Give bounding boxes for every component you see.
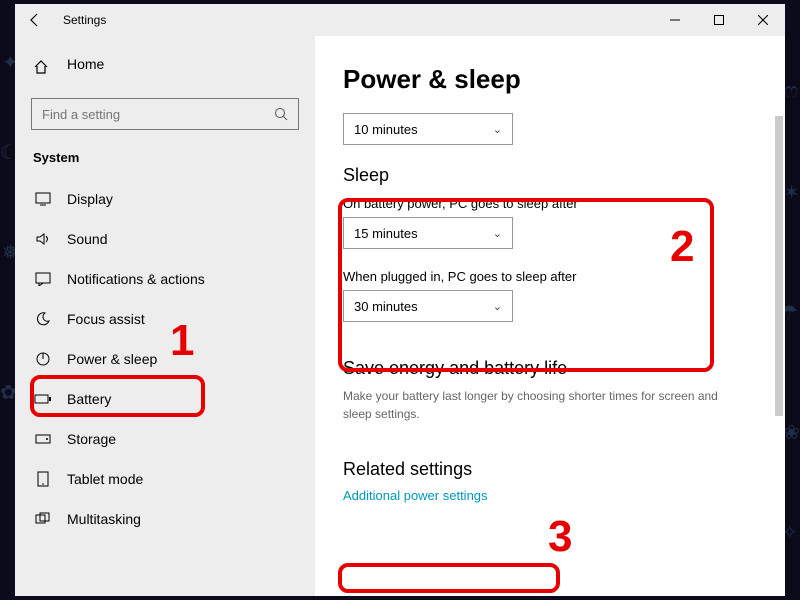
chevron-down-icon: ⌄ (493, 227, 502, 240)
titlebar: Settings (15, 4, 785, 36)
window-title: Settings (63, 13, 106, 27)
multitasking-icon (33, 512, 53, 526)
tablet-icon (33, 471, 53, 487)
additional-power-settings-link[interactable]: Additional power settings (343, 488, 488, 503)
chevron-down-icon: ⌄ (493, 300, 502, 313)
focus-assist-icon (33, 311, 53, 327)
nav-label: Notifications & actions (67, 271, 205, 287)
related-settings-heading: Related settings (343, 459, 765, 480)
dropdown-value: 10 minutes (354, 122, 418, 137)
plugged-sleep-label: When plugged in, PC goes to sleep after (343, 269, 765, 284)
sidebar-item-power-sleep[interactable]: Power & sleep (15, 339, 315, 379)
sidebar: Home System Display Sound Notifications … (15, 36, 315, 596)
content-area: Power & sleep 10 minutes ⌄ Sleep On batt… (315, 36, 785, 596)
nav-label: Multitasking (67, 511, 141, 527)
notifications-icon (33, 272, 53, 286)
save-energy-desc: Make your battery last longer by choosin… (343, 387, 743, 423)
power-icon (33, 351, 53, 367)
display-icon (33, 192, 53, 206)
sidebar-item-multitasking[interactable]: Multitasking (15, 499, 315, 539)
search-icon (274, 107, 288, 121)
back-button[interactable] (15, 4, 55, 36)
dropdown-value: 15 minutes (354, 226, 418, 241)
maximize-button[interactable] (697, 4, 741, 36)
home-label: Home (67, 56, 104, 72)
chevron-down-icon: ⌄ (493, 123, 502, 136)
sidebar-item-tablet-mode[interactable]: Tablet mode (15, 459, 315, 499)
nav-label: Storage (67, 431, 116, 447)
settings-window: Settings Home System Display Sou (15, 4, 785, 596)
search-input-container[interactable] (31, 98, 299, 130)
sleep-heading: Sleep (343, 165, 765, 186)
screen-timeout-dropdown[interactable]: 10 minutes ⌄ (343, 113, 513, 145)
battery-sleep-dropdown[interactable]: 15 minutes ⌄ (343, 217, 513, 249)
sidebar-item-display[interactable]: Display (15, 179, 315, 219)
battery-icon (33, 393, 53, 405)
battery-sleep-label: On battery power, PC goes to sleep after (343, 196, 765, 211)
scrollbar-thumb[interactable] (775, 116, 783, 416)
sidebar-item-focus-assist[interactable]: Focus assist (15, 299, 315, 339)
plugged-sleep-dropdown[interactable]: 30 minutes ⌄ (343, 290, 513, 322)
dropdown-value: 30 minutes (354, 299, 418, 314)
sidebar-section-system: System (15, 144, 315, 179)
sidebar-item-notifications[interactable]: Notifications & actions (15, 259, 315, 299)
sidebar-item-battery[interactable]: Battery (15, 379, 315, 419)
nav-label: Focus assist (67, 311, 145, 327)
search-input[interactable] (42, 107, 274, 122)
sidebar-item-sound[interactable]: Sound (15, 219, 315, 259)
nav-label: Battery (67, 391, 111, 407)
storage-icon (33, 432, 53, 446)
nav-label: Power & sleep (67, 351, 157, 367)
nav-label: Sound (67, 231, 107, 247)
page-title: Power & sleep (343, 64, 765, 95)
nav-label: Display (67, 191, 113, 207)
home-icon (33, 59, 53, 75)
nav-label: Tablet mode (67, 471, 143, 487)
home-nav[interactable]: Home (15, 46, 315, 88)
save-energy-heading: Save energy and battery life (343, 358, 765, 379)
minimize-button[interactable] (653, 4, 697, 36)
sound-icon (33, 232, 53, 246)
sidebar-item-storage[interactable]: Storage (15, 419, 315, 459)
close-button[interactable] (741, 4, 785, 36)
